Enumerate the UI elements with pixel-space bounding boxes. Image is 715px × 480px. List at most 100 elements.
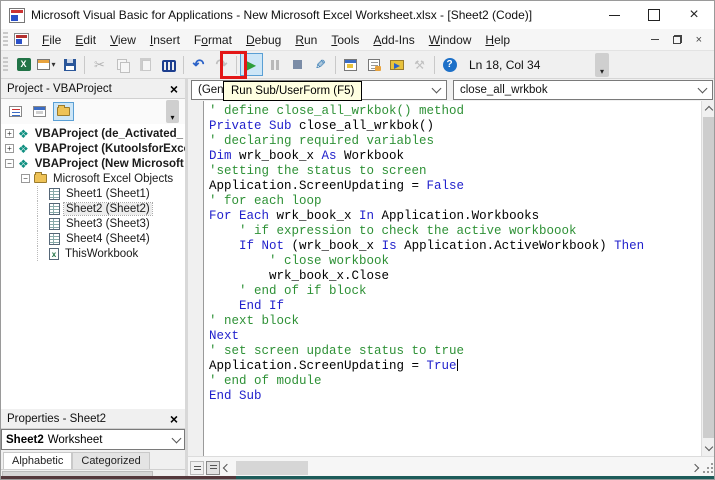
mdi-close-icon[interactable]: ×	[696, 34, 702, 46]
code-line[interactable]: ' for each loop	[209, 194, 714, 209]
view-microsoft-excel-button[interactable]: X	[12, 53, 35, 76]
menu-run[interactable]: Run	[288, 31, 324, 49]
menu-debug[interactable]: Debug	[239, 31, 288, 49]
minimize-icon[interactable]	[594, 1, 634, 29]
code-line[interactable]: 'setting the status to screen	[209, 164, 714, 179]
tree-item-vbaproject-de-activated[interactable]: +❖VBAProject (de_Activated_	[1, 126, 185, 141]
tree-item-vbaproject-kutoolsforexce[interactable]: +❖VBAProject (KutoolsforExce	[1, 141, 185, 156]
full-module-view-button[interactable]	[206, 461, 220, 475]
mdi-minimize-icon[interactable]	[651, 39, 659, 40]
redo-button[interactable]: ↷	[210, 53, 233, 76]
find-button[interactable]	[157, 53, 180, 76]
code-line[interactable]: Application.ScreenUpdating = False	[209, 179, 714, 194]
code-line[interactable]: ' close workbook	[209, 254, 714, 269]
properties-object-dropdown[interactable]: Sheet2 Worksheet	[1, 429, 185, 450]
menu-tools[interactable]: Tools	[324, 31, 366, 49]
code-line[interactable]: ' end of module	[209, 374, 714, 389]
menubar-grip[interactable]	[3, 32, 8, 48]
paste-button[interactable]	[134, 53, 157, 76]
code-line[interactable]: End If	[209, 299, 714, 314]
maximize-icon[interactable]	[634, 1, 674, 29]
code-line[interactable]: Next	[209, 329, 714, 344]
toolbox-button[interactable]: ⚒	[408, 53, 431, 76]
scroll-right-icon[interactable]	[688, 461, 702, 475]
menu-window[interactable]: Window	[422, 31, 479, 49]
code-line[interactable]: ' declaring required variables	[209, 134, 714, 149]
tree-item-sheet2-sheet2[interactable]: Sheet2 (Sheet2)	[1, 201, 185, 216]
code-line[interactable]: For Each wrk_book_x In Application.Workb…	[209, 209, 714, 224]
horizontal-scrollbar[interactable]	[188, 456, 715, 478]
copy-button[interactable]	[111, 53, 134, 76]
object-browser-button[interactable]	[385, 53, 408, 76]
window-bottom-edge	[1, 476, 714, 479]
menu-edit[interactable]: Edit	[68, 31, 103, 49]
tab-categorized[interactable]: Categorized	[72, 452, 149, 469]
menu-addins[interactable]: Add-Ins	[366, 31, 421, 49]
mdi-restore-icon[interactable]	[673, 35, 682, 44]
design-mode-button[interactable]: ✎	[309, 53, 332, 76]
menu-format[interactable]: Format	[187, 31, 239, 49]
menu-insert[interactable]: Insert	[143, 31, 187, 49]
menu-help[interactable]: Help	[478, 31, 517, 49]
scroll-left-icon[interactable]	[220, 461, 234, 475]
scroll-up-icon[interactable]	[702, 101, 715, 116]
tab-alphabetic[interactable]: Alphabetic	[3, 452, 72, 469]
procedure-dropdown[interactable]: close_all_wrkbok	[453, 80, 713, 100]
vertical-scroll-thumb[interactable]	[703, 117, 715, 438]
resize-grip-icon[interactable]	[702, 462, 714, 474]
tree-guide	[37, 231, 49, 246]
properties-close-icon[interactable]: ×	[167, 411, 181, 427]
tree-item-thisworkbook[interactable]: xThisWorkbook	[1, 246, 185, 261]
code-line[interactable]: wrk_book_x.Close	[209, 269, 714, 284]
code-line[interactable]: If Not (wrk_book_x Is Application.Active…	[209, 239, 714, 254]
code-line[interactable]: ' end of if block	[209, 284, 714, 299]
close-icon[interactable]: ×	[674, 1, 714, 29]
horizontal-scroll-thumb[interactable]	[236, 461, 308, 475]
tree-item-vbaproject-new-microsoft[interactable]: −❖VBAProject (New Microsoft	[1, 156, 185, 171]
help-button[interactable]: ?	[438, 53, 461, 76]
expand-icon[interactable]: +	[5, 129, 14, 138]
properties-window-button[interactable]	[362, 53, 385, 76]
toolbar-separator	[335, 56, 336, 74]
tree-item-sheet4-sheet4[interactable]: Sheet4 (Sheet4)	[1, 231, 185, 246]
undo-button[interactable]: ↶	[187, 53, 210, 76]
break-button[interactable]	[263, 53, 286, 76]
code-editor[interactable]: ' define close_all_wrkbok() methodPrivat…	[188, 101, 715, 456]
toolbar-grip[interactable]	[3, 57, 8, 73]
code-line[interactable]: ' next block	[209, 314, 714, 329]
procedure-view-button[interactable]	[190, 461, 204, 475]
insert-userform-button[interactable]: ▾	[35, 53, 58, 76]
menu-file[interactable]: File	[35, 31, 68, 49]
save-button[interactable]	[58, 53, 81, 76]
expand-icon[interactable]: +	[5, 144, 14, 153]
code-line[interactable]: End Sub	[209, 389, 714, 404]
code-text[interactable]: ' define close_all_wrkbok() methodPrivat…	[204, 101, 715, 456]
tree-item-microsoft-excel-objects[interactable]: −Microsoft Excel Objects	[1, 171, 185, 186]
menu-view[interactable]: View	[103, 31, 143, 49]
tree-item-sheet1-sheet1[interactable]: Sheet1 (Sheet1)	[1, 186, 185, 201]
code-line[interactable]: Application.ScreenUpdating = True	[209, 359, 714, 374]
code-line[interactable]: Private Sub close_all_wrkbok()	[209, 119, 714, 134]
tree-item-sheet3-sheet3[interactable]: Sheet3 (Sheet3)	[1, 216, 185, 231]
left-panel-column: Project - VBAProject × ▾ +❖VBAProject (d…	[1, 79, 185, 478]
code-window: (General) close_all_wrkbok ' define clos…	[188, 79, 715, 478]
toggle-folders-button[interactable]	[53, 102, 74, 121]
view-code-button[interactable]	[5, 102, 26, 121]
code-line[interactable]: ' set screen update status to true	[209, 344, 714, 359]
project-close-icon[interactable]: ×	[167, 81, 181, 97]
toolbar-overflow-button[interactable]: ▾	[595, 53, 609, 77]
scroll-down-icon[interactable]	[702, 441, 715, 456]
view-object-button[interactable]	[29, 102, 50, 121]
run-sub-userform-button[interactable]: ▶	[240, 53, 263, 76]
margin-indicator-bar[interactable]	[188, 101, 204, 456]
collapse-icon[interactable]: −	[5, 159, 14, 168]
cut-button[interactable]: ✂	[88, 53, 111, 76]
code-line[interactable]: ' define close_all_wrkbok() method	[209, 104, 714, 119]
code-line[interactable]: Dim wrk_book_x As Workbook	[209, 149, 714, 164]
project-explorer-button[interactable]	[339, 53, 362, 76]
collapse-icon[interactable]: −	[21, 174, 30, 183]
vertical-scrollbar[interactable]	[701, 101, 715, 456]
reset-button[interactable]	[286, 53, 309, 76]
project-scroll-button[interactable]: ▾	[166, 100, 179, 123]
code-line[interactable]: ' if expression to check the active work…	[209, 224, 714, 239]
